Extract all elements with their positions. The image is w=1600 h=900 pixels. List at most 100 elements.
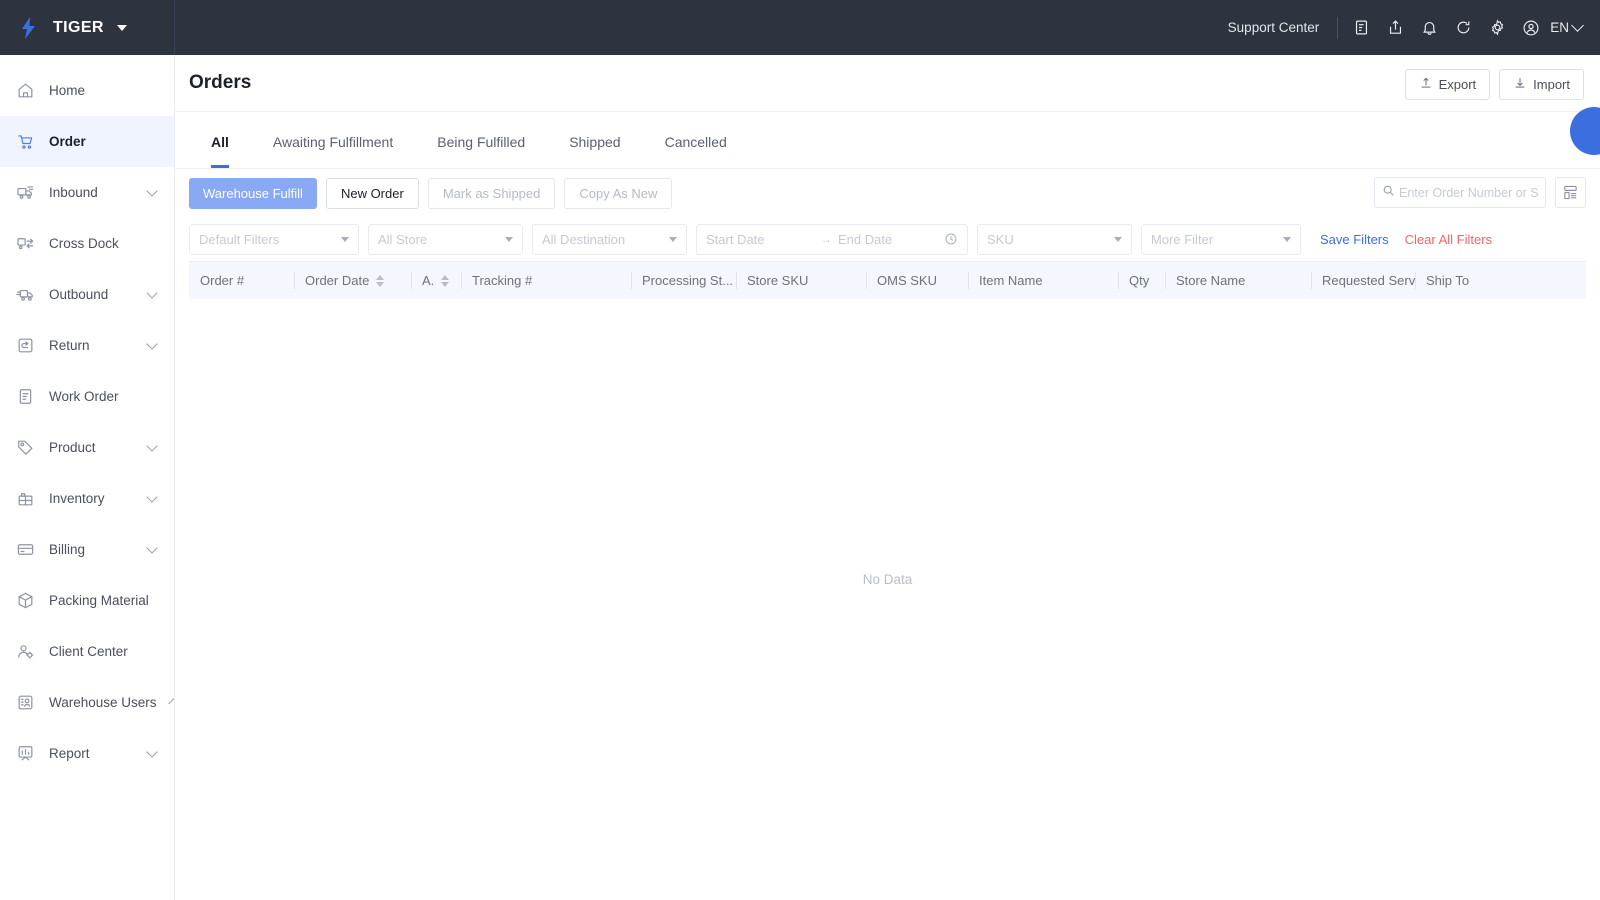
report-chart-icon (15, 744, 35, 764)
all-destination-select[interactable]: All Destination (532, 223, 687, 255)
sort-arrows-icon[interactable] (441, 274, 450, 287)
search-input[interactable] (1399, 185, 1538, 200)
cross-dock-icon (15, 234, 35, 254)
caret-down-icon (669, 236, 677, 242)
default-filters-select[interactable]: Default Filters (189, 223, 359, 255)
column-header-tracking: Tracking # (461, 262, 631, 300)
export-button[interactable]: Export (1404, 69, 1491, 100)
inventory-shelf-icon (15, 489, 35, 509)
caret-down-icon (341, 236, 349, 242)
chevron-down-icon[interactable] (167, 697, 174, 704)
chevron-down-icon[interactable] (146, 286, 158, 299)
new-order-button[interactable]: New Order (325, 177, 419, 209)
export-label: Export (1438, 77, 1477, 92)
sidebar-item-product[interactable]: Product (0, 422, 174, 473)
table-layout-icon[interactable] (1555, 177, 1586, 208)
table-header-row: Order # Order Date A. Tracking # Processing … (189, 261, 1586, 299)
sidebar-item-warehouse-users[interactable]: Warehouse Users (0, 677, 174, 728)
upload-arrow-icon (1419, 76, 1433, 93)
sku-select[interactable]: SKU (977, 223, 1132, 255)
tab-cancelled[interactable]: Cancelled (643, 116, 749, 168)
sidebar-item-inbound[interactable]: Inbound (0, 167, 174, 218)
clear-all-filters-link[interactable]: Clear All Filters (1405, 232, 1492, 247)
save-filters-link[interactable]: Save Filters (1320, 232, 1389, 247)
search-box[interactable] (1374, 177, 1546, 208)
user-avatar-icon[interactable] (1514, 11, 1548, 45)
tab-shipped[interactable]: Shipped (547, 116, 642, 168)
sidebar-item-billing[interactable]: Billing (0, 524, 174, 575)
column-header-order-date[interactable]: Order Date (294, 262, 411, 300)
column-header-label: Order # (200, 273, 245, 288)
language-selector[interactable]: EN (1548, 19, 1584, 35)
toolbar-right-group (1374, 177, 1586, 208)
date-range-arrow-icon: → (820, 232, 832, 246)
tab-all[interactable]: All (189, 116, 251, 168)
column-header-label: Tracking # (472, 273, 533, 288)
share-export-icon[interactable] (1378, 11, 1412, 45)
tag-icon (15, 438, 35, 458)
warehouse-fulfill-button[interactable]: Warehouse Fulfill (189, 177, 317, 209)
column-header-label: Processing St... (642, 273, 734, 288)
main-content: Orders Export Import All Awaiting Fulfil… (175, 55, 1600, 900)
brand-area[interactable]: TIGER (0, 0, 175, 55)
shopping-cart-icon (15, 132, 35, 152)
sidebar-item-label: Order (49, 134, 86, 149)
more-filter-select[interactable]: More Filter (1141, 223, 1301, 255)
default-filters-value: Default Filters (199, 231, 280, 247)
all-store-select[interactable]: All Store (368, 223, 523, 255)
sidebar-item-cross-dock[interactable]: Cross Dock (0, 218, 174, 269)
sidebar-item-report[interactable]: Report (0, 728, 174, 779)
sidebar-item-label: Report (49, 746, 90, 761)
sidebar-item-home[interactable]: Home (0, 65, 174, 116)
sidebar-item-outbound[interactable]: Outbound (0, 269, 174, 320)
date-range-picker[interactable]: Start Date → End Date (696, 223, 968, 255)
inbound-truck-icon (15, 183, 35, 203)
sidebar-item-client-center[interactable]: Client Center (0, 626, 174, 677)
chevron-down-icon[interactable] (146, 184, 158, 197)
more-filter-value: More Filter (1151, 231, 1214, 247)
import-label: Import (1533, 77, 1570, 92)
column-header-store-name: Store Name (1165, 262, 1311, 300)
chevron-down-icon[interactable] (116, 24, 127, 31)
sidebar-item-packing-material[interactable]: Packing Material (0, 575, 174, 626)
column-header-label: OMS SKU (877, 273, 937, 288)
sidebar-item-label: Inbound (49, 185, 98, 200)
chevron-down-icon[interactable] (146, 490, 158, 503)
outbound-truck-icon (15, 285, 35, 305)
caret-down-icon (505, 236, 513, 242)
table-body: No Data (189, 299, 1586, 859)
sidebar-item-work-order[interactable]: Work Order (0, 371, 174, 422)
copy-as-new-button: Copy As New (564, 177, 673, 209)
download-arrow-icon (1513, 76, 1527, 93)
refresh-icon[interactable] (1446, 11, 1480, 45)
column-header-label: Order Date (305, 273, 370, 288)
import-button[interactable]: Import (1499, 69, 1584, 100)
package-box-icon (15, 591, 35, 611)
gear-settings-icon[interactable] (1480, 11, 1514, 45)
chevron-down-icon[interactable] (146, 745, 158, 758)
orders-table: Order # Order Date A. Tracking # Processing … (175, 261, 1600, 859)
column-header-qty: Qty (1118, 262, 1165, 300)
tab-awaiting-fulfillment[interactable]: Awaiting Fulfillment (251, 116, 415, 168)
chevron-down-icon[interactable] (146, 541, 158, 554)
sort-arrows-icon[interactable] (376, 274, 385, 287)
start-date-input[interactable]: Start Date (706, 232, 814, 247)
home-icon (15, 81, 35, 101)
sidebar-item-label: Inventory (49, 491, 105, 506)
sidebar-item-return[interactable]: Return (0, 320, 174, 371)
sidebar-item-order[interactable]: Order (0, 116, 174, 167)
chevron-down-icon[interactable] (146, 337, 158, 350)
sidebar-item-label: Packing Material (49, 593, 149, 608)
support-center-link[interactable]: Support Center (1228, 20, 1338, 35)
form-edit-icon[interactable] (1344, 11, 1378, 45)
column-header-label: A. (422, 273, 435, 288)
tab-being-fulfilled[interactable]: Being Fulfilled (415, 116, 547, 168)
sidebar-item-inventory[interactable]: Inventory (0, 473, 174, 524)
column-header-a[interactable]: A. (411, 262, 461, 300)
end-date-input[interactable]: End Date (838, 232, 944, 247)
bell-notification-icon[interactable] (1412, 11, 1446, 45)
chevron-down-icon[interactable] (146, 439, 158, 452)
sidebar-item-label: Warehouse Users (49, 695, 157, 710)
empty-state-text: No Data (862, 571, 913, 587)
brand-name: TIGER (53, 18, 104, 36)
